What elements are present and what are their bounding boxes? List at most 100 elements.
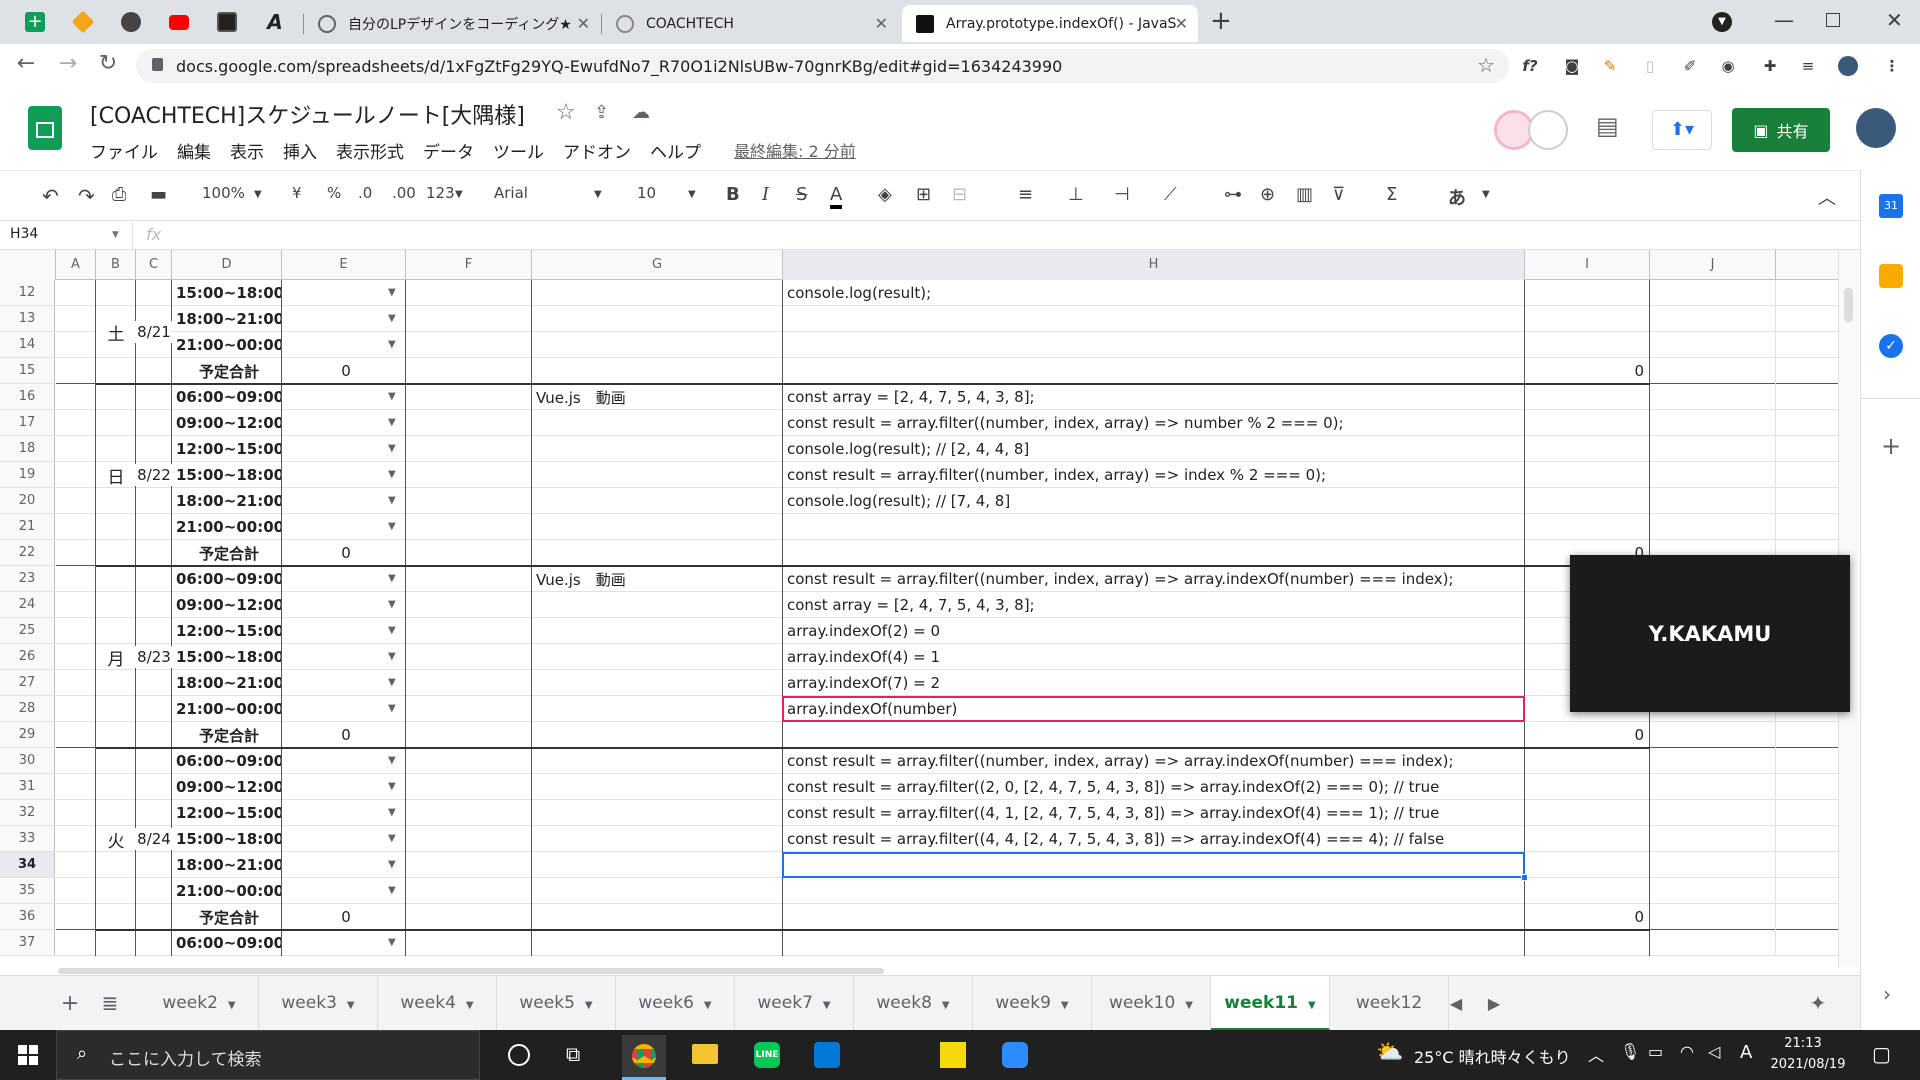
row-header[interactable]: 21 [0, 514, 55, 540]
day-of-week-cell[interactable]: 火 [96, 828, 136, 850]
pinned-tab-5[interactable]: A [254, 5, 296, 39]
dropdown-arrow-icon[interactable]: ▼ [388, 833, 396, 844]
sheet-tab-week6[interactable]: week6 ▼ [616, 976, 735, 1031]
date-cell[interactable]: 8/21 [136, 321, 172, 343]
time-slot-cell[interactable]: 18:00~21:00 [172, 670, 282, 696]
dropdown-arrow-icon[interactable]: ▼ [388, 313, 396, 324]
dropdown-arrow-icon[interactable]: ▼ [388, 859, 396, 870]
more-formats-button[interactable]: 123 [426, 184, 455, 202]
column-header-g[interactable]: G [532, 250, 783, 280]
sheet-tab-week7[interactable]: week7 ▼ [735, 976, 854, 1031]
total-value-i[interactable]: 0 [1525, 358, 1644, 384]
dropdown-arrow-icon[interactable]: ▼ [388, 599, 396, 610]
chevron-down-icon[interactable]: ▼ [704, 1000, 712, 1011]
column-header-c[interactable]: C [136, 250, 172, 280]
total-value-i[interactable]: 0 [1525, 722, 1644, 748]
chevron-down-icon[interactable]: ▼ [585, 1000, 593, 1011]
dropdown-arrow-icon[interactable]: ▼ [388, 469, 396, 480]
minimize-icon[interactable]: — [1774, 8, 1794, 32]
row-header[interactable]: 26 [0, 644, 55, 670]
menu-data[interactable]: データ [423, 138, 474, 163]
column-header-h[interactable]: H [783, 250, 1525, 280]
scroll-tabs-right-icon[interactable]: ▶ [1482, 976, 1506, 1031]
day-of-week-cell[interactable]: 土 [96, 321, 136, 343]
sheet-tab-week5[interactable]: week5 ▼ [497, 976, 616, 1031]
borders-icon[interactable]: ⊞ [916, 184, 931, 205]
text-color-button[interactable]: A [830, 184, 843, 209]
dropdown-arrow-icon[interactable]: ▼ [388, 703, 396, 714]
row-header[interactable]: 12 [0, 280, 55, 306]
total-label[interactable]: 予定合計 [172, 722, 282, 748]
column-header-a[interactable]: A [56, 250, 96, 280]
total-value-e[interactable]: 0 [282, 904, 406, 930]
scrollbar-thumb[interactable] [1844, 288, 1853, 322]
time-slot-cell[interactable]: 09:00~12:00 [172, 410, 282, 436]
code-note-cell[interactable]: console.log(result); // [7, 4, 8] [783, 488, 1525, 514]
redo-icon[interactable]: ↷ [78, 184, 95, 208]
row-header[interactable]: 16 [0, 384, 55, 410]
vertical-align-icon[interactable]: ⊥ [1068, 184, 1084, 205]
menu-help[interactable]: ヘルプ [650, 138, 701, 163]
row-header[interactable]: 23 [0, 566, 55, 592]
clock-date[interactable]: 2021/08/19 [1768, 1057, 1848, 1072]
maximize-icon[interactable] [1826, 13, 1840, 27]
date-cell[interactable]: 8/24 [136, 828, 172, 850]
bookmark-star-icon[interactable]: ☆ [1477, 53, 1495, 77]
puzzle-icon[interactable]: ✚ [1760, 56, 1780, 76]
back-icon[interactable]: ← [10, 51, 42, 76]
pinned-tab-youtube[interactable] [158, 5, 200, 39]
row-header[interactable]: 14 [0, 332, 55, 358]
clock-time[interactable]: 21:13 [1768, 1036, 1838, 1051]
explore-icon[interactable]: ✦ [1800, 976, 1836, 1031]
column-header-f[interactable]: F [406, 250, 532, 280]
profile-avatar[interactable] [1838, 56, 1858, 76]
percent-button[interactable]: % [327, 184, 341, 202]
meet-present-button[interactable]: ⬆▾ [1652, 110, 1712, 150]
code-note-cell[interactable]: const array = [2, 4, 7, 5, 4, 3, 8]; [783, 592, 1525, 618]
row-header[interactable]: 28 [0, 696, 55, 722]
code-note-cell[interactable]: array.indexOf(2) = 0 [783, 618, 1525, 644]
currency-button[interactable]: ¥ [292, 184, 302, 202]
battery-icon[interactable]: ▭ [1648, 1042, 1663, 1061]
code-note-cell[interactable]: const result = array.filter((number, ind… [783, 748, 1525, 774]
input-tools-button[interactable]: あ [1448, 184, 1466, 210]
sheets-logo-icon[interactable] [28, 106, 62, 150]
dropdown-arrow-icon[interactable]: ▼ [388, 651, 396, 662]
ime-indicator[interactable]: A [1740, 1042, 1752, 1063]
windows-start-icon[interactable] [18, 1045, 38, 1065]
time-slot-cell[interactable]: 18:00~21:00 [172, 852, 282, 878]
row-header[interactable]: 31 [0, 774, 55, 800]
move-to-drive-icon[interactable]: ⇪ [594, 102, 609, 123]
code-note-cell[interactable]: const result = array.filter((4, 4, [2, 4… [783, 826, 1525, 852]
last-edit-link[interactable]: 最終編集: 2 分前 [734, 138, 856, 162]
chevron-down-icon[interactable]: ▼ [1308, 1000, 1316, 1011]
day-of-week-cell[interactable]: 月 [96, 646, 136, 668]
sheet-tab-week3[interactable]: week3 ▼ [259, 976, 378, 1031]
sheet-tab-week8[interactable]: week8 ▼ [854, 976, 973, 1031]
dropdown-arrow-icon[interactable]: ▼ [388, 443, 396, 454]
chevron-down-icon[interactable]: ▼ [1185, 1000, 1193, 1011]
tab-mdn-indexof[interactable]: Array.prototype.indexOf() - JavaS ✕ [902, 5, 1198, 42]
row-header[interactable]: 18 [0, 436, 55, 462]
tab-coachtech[interactable]: COACHTECH ✕ [602, 5, 898, 42]
fill-handle[interactable] [1521, 874, 1528, 881]
active-cell-selection[interactable] [782, 852, 1525, 878]
reading-list-icon[interactable]: ≡ [1798, 56, 1818, 76]
code-note-cell[interactable]: const array = [2, 4, 7, 5, 4, 3, 8]; [783, 384, 1525, 410]
day-of-week-cell[interactable]: 日 [96, 464, 136, 486]
time-slot-cell[interactable]: 09:00~12:00 [172, 592, 282, 618]
fx-extension-icon[interactable]: f? [1520, 56, 1540, 76]
taskbar-chrome[interactable] [622, 1035, 666, 1080]
time-slot-cell[interactable]: 12:00~15:00 [172, 800, 282, 826]
dropdown-arrow-icon[interactable]: ▼ [388, 287, 396, 298]
pinned-tab-sheets[interactable]: + [14, 5, 56, 39]
total-label[interactable]: 予定合計 [172, 540, 282, 566]
code-note-cell[interactable]: const result = array.filter((2, 0, [2, 4… [783, 774, 1525, 800]
calendar-icon[interactable]: 31 [1879, 194, 1903, 218]
tasks-icon[interactable]: ✓ [1879, 334, 1903, 358]
task-view-icon[interactable]: ⧉ [566, 1042, 580, 1066]
time-slot-cell[interactable]: 06:00~09:00 [172, 566, 282, 592]
time-slot-cell[interactable]: 21:00~00:00 [172, 696, 282, 722]
total-label[interactable]: 予定合計 [172, 904, 282, 930]
menu-file[interactable]: ファイル [90, 138, 158, 163]
